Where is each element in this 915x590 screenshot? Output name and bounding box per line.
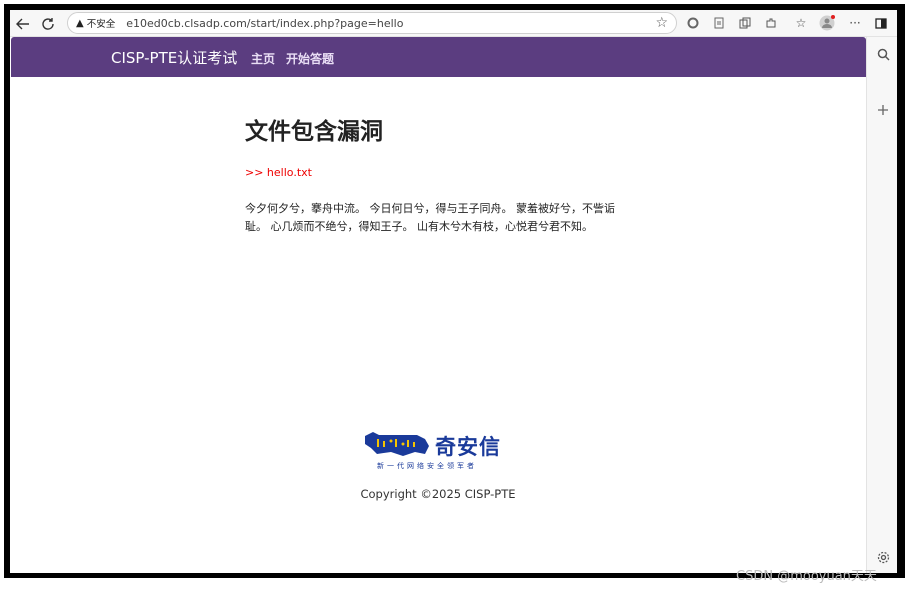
browser-window: ▲ 不安全 e10ed0cb.clsadp.com/start/index.ph… — [10, 10, 897, 573]
url-text: e10ed0cb.clsadp.com/start/index.php?page… — [126, 16, 404, 30]
warning-icon: ▲ — [76, 17, 84, 29]
favorite-star-icon[interactable]: ☆ — [655, 15, 668, 31]
browser-sidebar — [866, 37, 897, 573]
page-viewport: CISP-PTE认证考试 主页 开始答题 文件包含漏洞 >> hello.txt… — [10, 37, 866, 573]
csdn-watermark: CSDN @mooyuan天天 — [736, 569, 877, 584]
more-menu-icon[interactable]: ··· — [846, 14, 864, 32]
address-bar[interactable]: ▲ 不安全 e10ed0cb.clsadp.com/start/index.ph… — [67, 12, 677, 34]
browser-toolbar: ▲ 不安全 e10ed0cb.clsadp.com/start/index.ph… — [10, 10, 897, 37]
sidebar-search-icon[interactable] — [874, 45, 892, 63]
logo-slogan: 新一代网络安全领军者 — [377, 462, 477, 470]
extensions-puzzle-icon[interactable] — [762, 14, 780, 32]
page-title: 文件包含漏洞 — [245, 119, 383, 145]
profile-avatar[interactable] — [818, 14, 836, 32]
site-brand[interactable]: CISP-PTE认证考试 — [111, 47, 237, 68]
site-navbar: CISP-PTE认证考试 主页 开始答题 — [11, 37, 866, 77]
collections-icon[interactable] — [736, 14, 754, 32]
extension-circle-icon[interactable] — [684, 14, 702, 32]
back-icon[interactable] — [13, 14, 33, 34]
qianxin-logo: 奇安信 新一代网络安全领军者 — [363, 430, 513, 470]
nav-start-quiz-link[interactable]: 开始答题 — [286, 50, 334, 67]
reader-icon[interactable] — [710, 14, 728, 32]
tiger-logo-icon — [365, 432, 429, 456]
security-label: 不安全 — [86, 19, 116, 30]
copyright-text: Copyright ©2025 CISP-PTE — [360, 487, 516, 501]
sidebar-settings-gear-icon[interactable] — [874, 548, 892, 566]
favorites-icon[interactable]: ☆ — [792, 14, 810, 32]
included-file-label: >> hello.txt — [245, 166, 312, 179]
sidebar-add-icon[interactable] — [874, 101, 892, 119]
nav-home-link[interactable]: 主页 — [251, 50, 275, 67]
reload-icon[interactable] — [38, 14, 58, 34]
sidebar-toggle-icon[interactable] — [872, 14, 890, 32]
logo-name: 奇安信 — [435, 435, 501, 459]
file-content-text: 今夕何夕兮，搴舟中流。 今日何日兮，得与王子同舟。 蒙羞被好兮，不訾诟耻。 心几… — [245, 202, 615, 233]
